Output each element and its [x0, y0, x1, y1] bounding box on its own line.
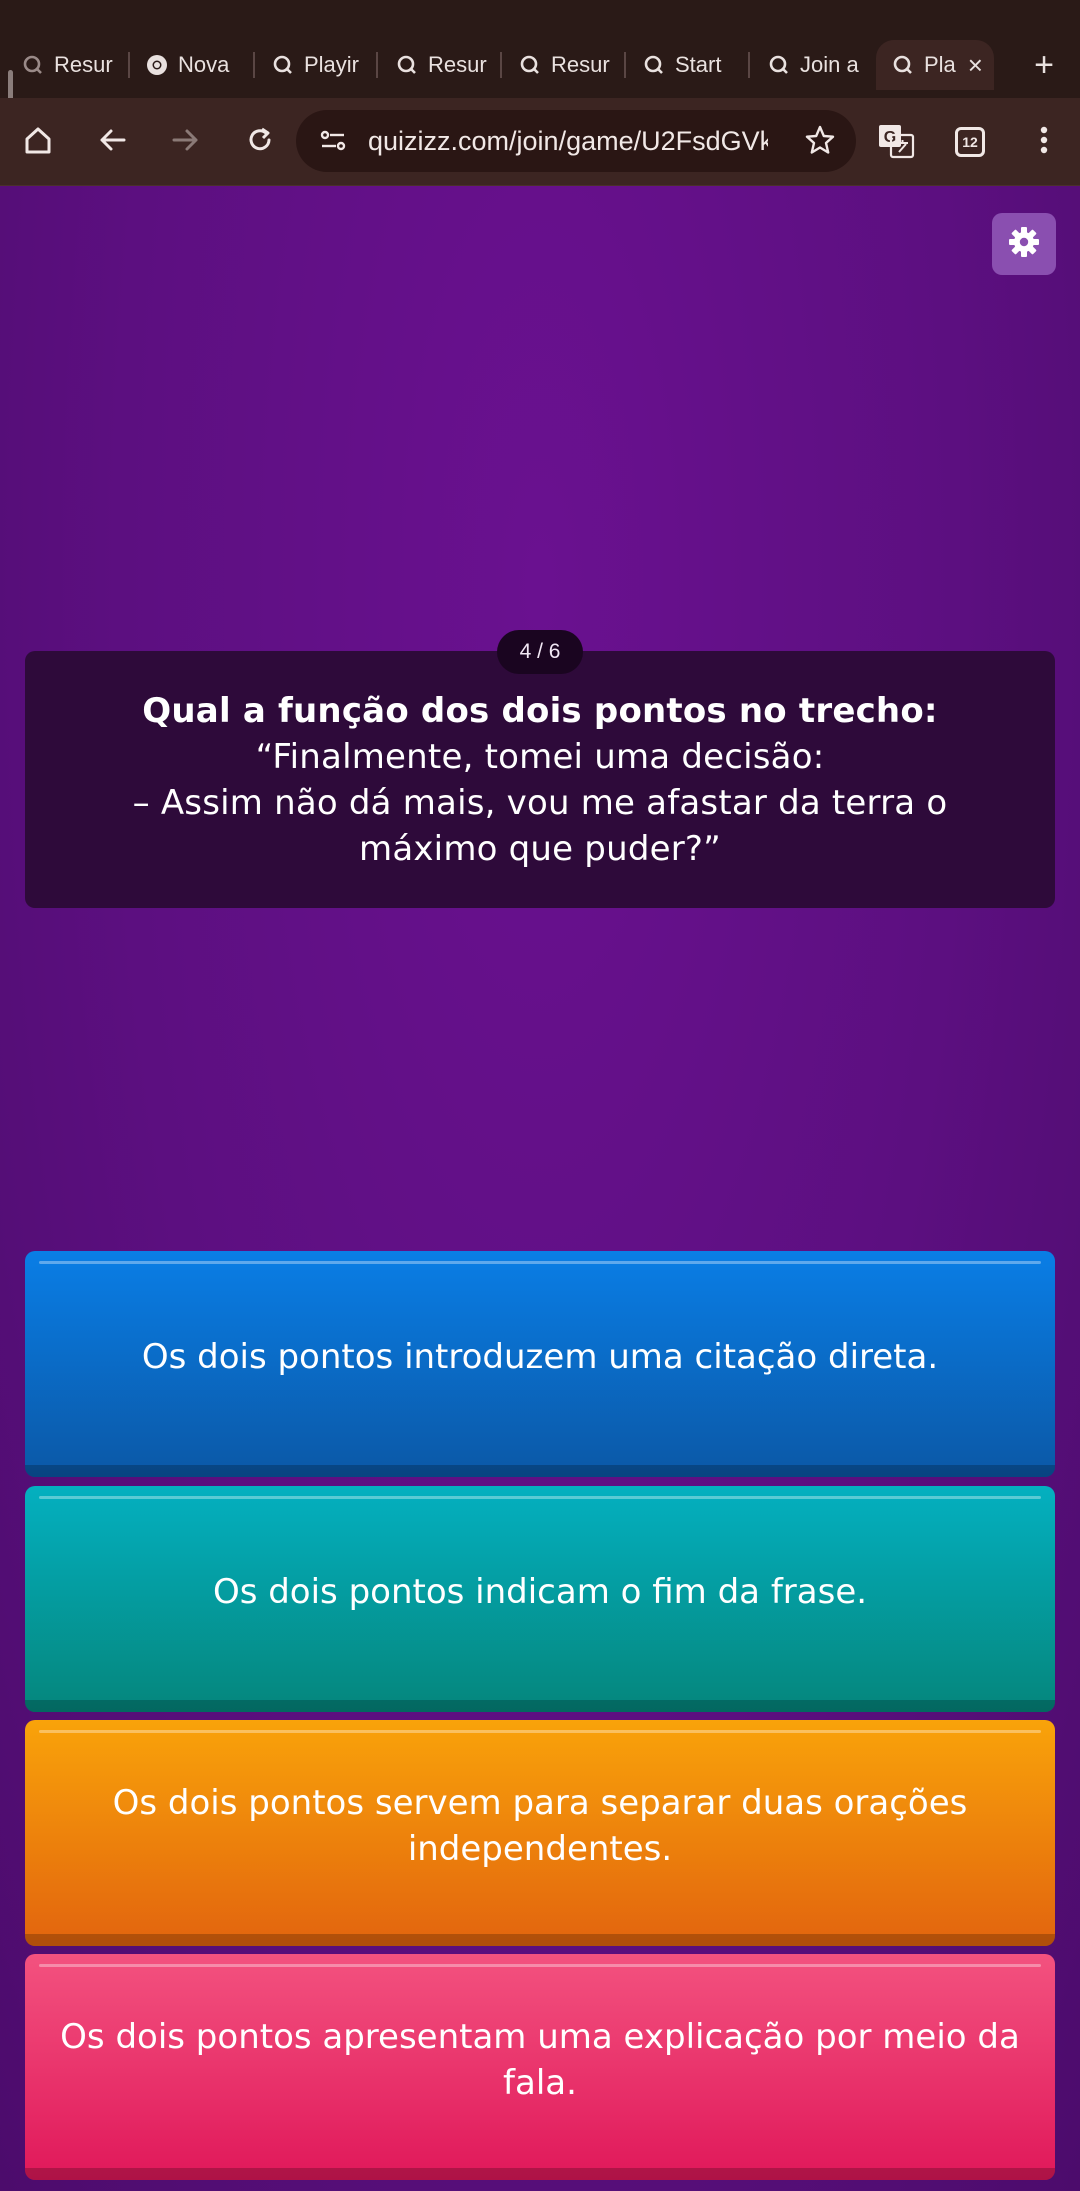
answer-highlight — [39, 1261, 1041, 1264]
tab-2[interactable]: Nova — [146, 40, 250, 90]
tab-3-label: Playir — [304, 52, 360, 77]
tab-active-label: Pla — [924, 52, 956, 77]
tab-active[interactable]: Pla × — [876, 40, 994, 90]
tab-6-label: Start — [675, 52, 722, 77]
answer-option-2-text: Os dois pontos indicam o fim da frase. — [212, 1572, 868, 1612]
quizizz-favicon-icon — [643, 54, 665, 76]
back-button[interactable] — [86, 116, 138, 168]
answer-option-3-text: Os dois pontos servem para separar duas … — [112, 1783, 968, 1869]
translate-icon: G — [877, 121, 915, 163]
gear-icon — [1007, 225, 1041, 263]
tab-separator — [376, 52, 378, 78]
tab-5[interactable]: Resur — [519, 40, 619, 90]
tab-1-label: Resur — [54, 52, 113, 77]
question-counter: 4 / 6 — [497, 630, 583, 674]
tab-count: 12 — [955, 127, 985, 157]
answer-option-3[interactable]: Os dois pontos servem para separar duas … — [25, 1720, 1055, 1946]
tab-7-label: Join a — [800, 52, 859, 77]
question-line-1: Qual a função dos dois pontos no trecho: — [142, 690, 938, 731]
answer-option-4-text: Os dois pontos apresentam uma explicação… — [60, 2017, 1020, 2103]
url-text[interactable]: quizizz.com/join/game/U2FsdGVkX1 — [368, 110, 768, 172]
more-vert-icon — [1039, 125, 1049, 159]
tab-separator — [128, 52, 130, 78]
arrow-left-icon — [97, 125, 127, 159]
tab-1[interactable]: Resur — [22, 40, 122, 90]
close-icon[interactable]: × — [968, 50, 983, 81]
answer-option-2[interactable]: Os dois pontos indicam o fim da frase. — [25, 1486, 1055, 1712]
tab-separator — [253, 52, 255, 78]
forward-button[interactable] — [160, 116, 212, 168]
answer-option-4[interactable]: Os dois pontos apresentam uma explicação… — [25, 1954, 1055, 2180]
answer-option-1[interactable]: Os dois pontos introduzem uma citação di… — [25, 1251, 1055, 1477]
quizizz-favicon-icon — [22, 54, 44, 76]
tab-7[interactable]: Join a — [768, 40, 868, 90]
settings-button[interactable] — [992, 213, 1056, 275]
quiz-page: Qual a função dos dois pontos no trecho:… — [0, 186, 1080, 2191]
tab-separator — [500, 52, 502, 78]
quizizz-favicon-icon — [396, 54, 418, 76]
home-icon — [23, 125, 53, 159]
quizizz-favicon-icon — [272, 54, 294, 76]
answer-option-1-text: Os dois pontos introduzem uma citação di… — [141, 1337, 939, 1377]
question-line-2: “Finalmente, tomei uma decisão: — [255, 736, 825, 777]
tab-switcher-button[interactable]: 12 — [944, 116, 996, 168]
tab-4[interactable]: Resur — [396, 40, 496, 90]
home-button[interactable] — [12, 116, 64, 168]
new-tab-button[interactable]: + — [1024, 40, 1064, 90]
question-line-4: máximo que puder?” — [359, 828, 721, 869]
answer-highlight — [39, 1496, 1041, 1499]
chrome-favicon-icon — [146, 54, 168, 76]
arrow-right-icon — [171, 125, 201, 159]
reload-button[interactable] — [234, 116, 286, 168]
reload-icon — [245, 125, 275, 159]
quizizz-favicon-icon — [892, 54, 914, 76]
address-bar[interactable]: quizizz.com/join/game/U2FsdGVkX1 — [296, 110, 856, 172]
answer-highlight — [39, 1964, 1041, 1967]
tab-separator — [624, 52, 626, 78]
tab-2-label: Nova — [178, 52, 230, 77]
question-line-3: – Assim não dá mais, vou me afastar da t… — [132, 782, 948, 823]
menu-button[interactable] — [1018, 116, 1070, 168]
answer-highlight — [39, 1730, 1041, 1733]
star-icon[interactable] — [804, 124, 836, 160]
quizizz-favicon-icon — [519, 54, 541, 76]
tab-5-label: Resur — [551, 52, 610, 77]
tab-4-label: Resur — [428, 52, 487, 77]
tab-3[interactable]: Playir — [272, 40, 372, 90]
translate-button[interactable]: G — [870, 116, 922, 168]
tab-strip: Resur Nova Playir Resur Resur Start Join… — [0, 0, 1080, 98]
site-settings-icon[interactable] — [318, 126, 348, 160]
tab-separator — [748, 52, 750, 78]
tab-6[interactable]: Start — [643, 40, 743, 90]
question-card: Qual a função dos dois pontos no trecho:… — [25, 651, 1055, 908]
quizizz-favicon-icon — [768, 54, 790, 76]
browser-toolbar: quizizz.com/join/game/U2FsdGVkX1 G 12 — [0, 98, 1080, 186]
